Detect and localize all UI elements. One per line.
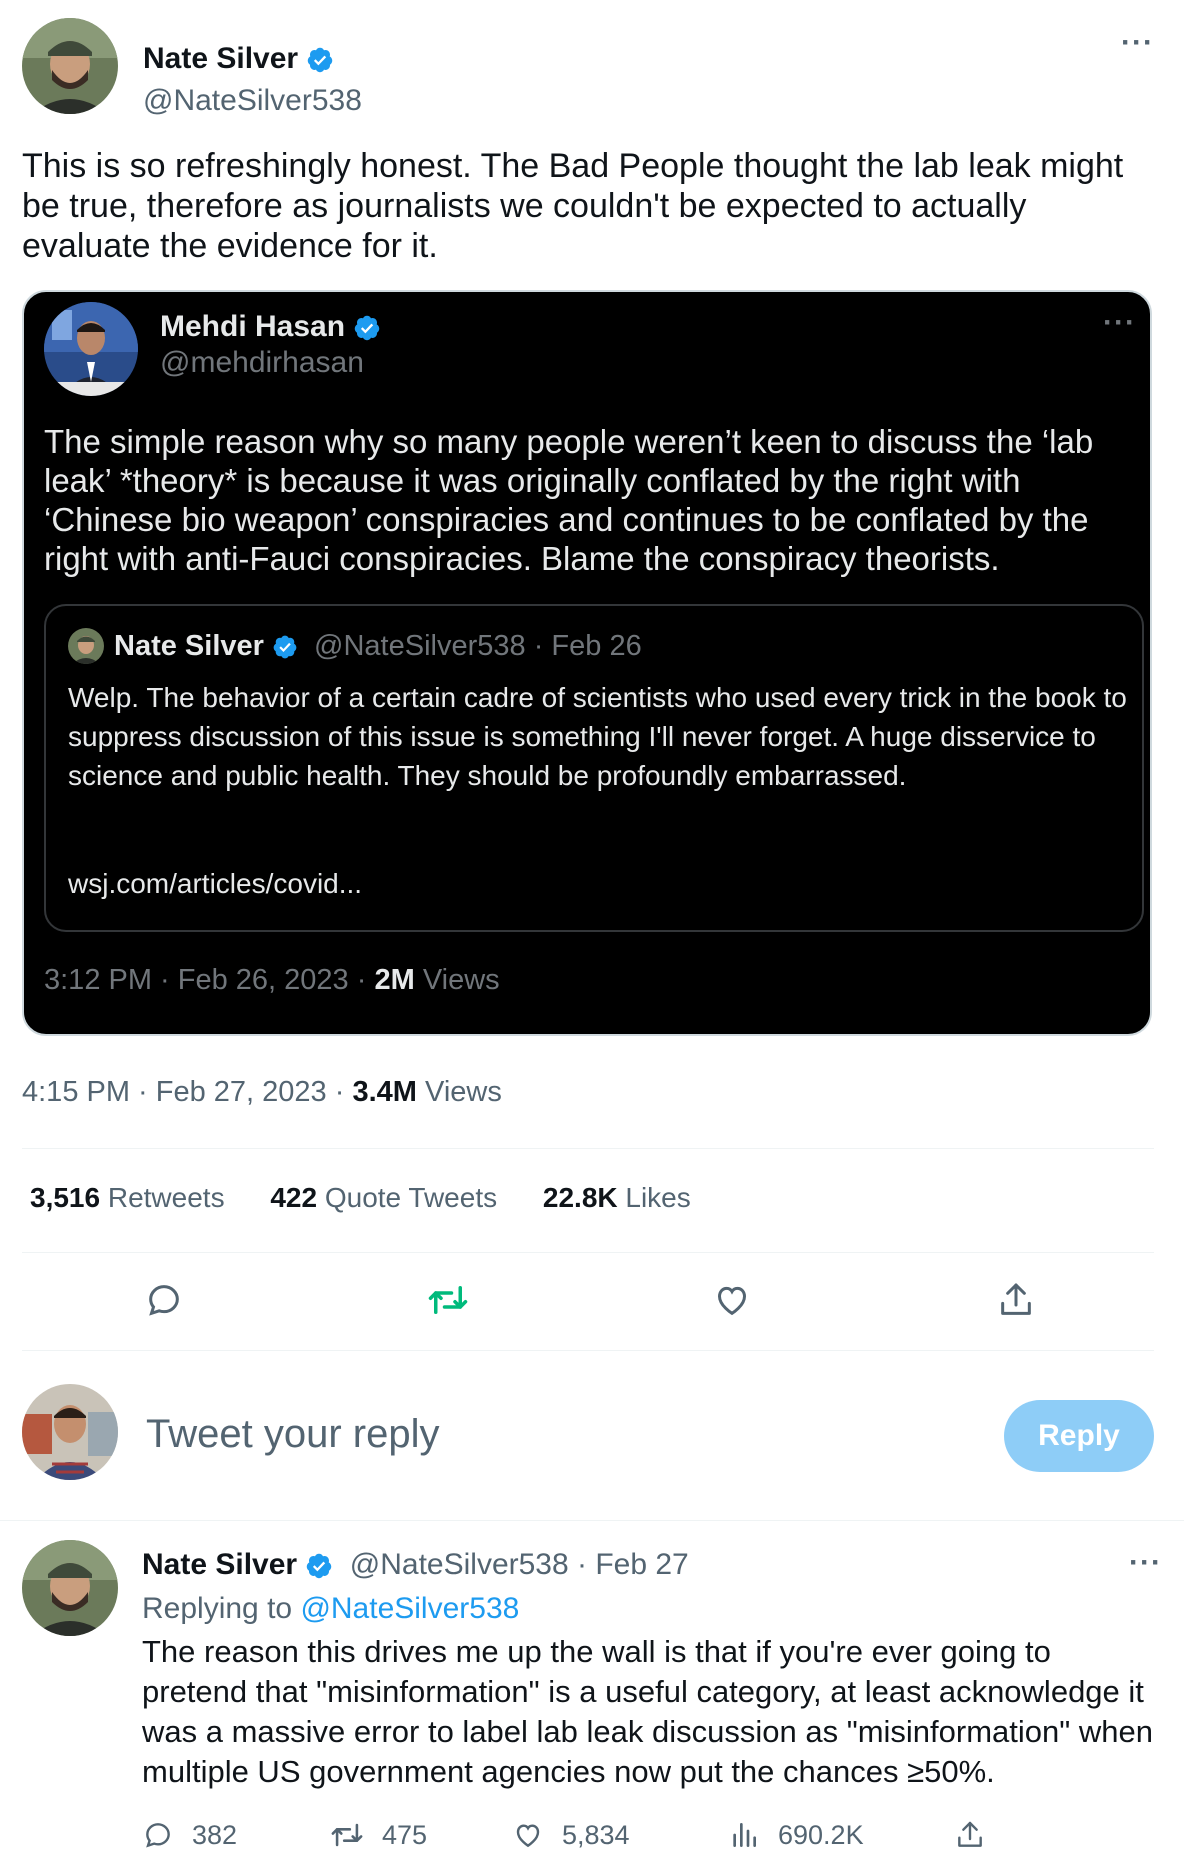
- quoted-tweet-meta: 3:12 PM · Feb 26, 2023 · 2M Views: [44, 964, 500, 997]
- main-tweet-header: Nate Silver @NateSilver538 ···: [22, 18, 1162, 118]
- likes-label: Likes: [617, 1182, 691, 1213]
- share-icon: [958, 1821, 982, 1847]
- reply-author-meta[interactable]: @NateSilver538 · Feb 27: [350, 1548, 689, 1581]
- quoted-tweet-views-count: 2M: [374, 964, 415, 996]
- verified-badge-icon: [273, 635, 297, 659]
- reply-author-avatar[interactable]: [22, 1540, 118, 1636]
- nested-tweet-text: Welp. The behavior of a certain cadre of…: [68, 682, 1127, 791]
- nested-author-meta: @NateSilver538 · Feb 26: [314, 630, 642, 662]
- replying-to-link[interactable]: @NateSilver538: [300, 1592, 519, 1625]
- retweet-icon: [331, 1823, 363, 1847]
- reply-tweet-header: Nate Silver @NateSilver538 · Feb 27: [142, 1548, 689, 1582]
- more-options-icon[interactable]: ···: [1103, 308, 1136, 338]
- reply-count: 382: [192, 1819, 238, 1850]
- quoted-tweet-views-label: Views: [414, 964, 500, 996]
- divider: [0, 1520, 1184, 1521]
- replying-to: Replying to @NateSilver538: [142, 1592, 519, 1626]
- likes-count: 22.8K: [542, 1182, 618, 1213]
- retweets-count: 3,516: [30, 1182, 101, 1213]
- likes-stat[interactable]: 22.8K Likes: [543, 1182, 691, 1213]
- tweet-actions: [22, 1270, 1154, 1330]
- quoted-tweet-text: The simple reason why so many people wer…: [44, 423, 1094, 577]
- quote-tweets-stat[interactable]: 422 Quote Tweets: [270, 1182, 497, 1213]
- reply-button[interactable]: Reply: [1004, 1400, 1154, 1472]
- more-options-icon[interactable]: ···: [1121, 28, 1154, 58]
- retweets-label: Retweets: [100, 1182, 225, 1213]
- nested-tweet-header: Nate Silver @NateSilver538 · Feb 26: [114, 630, 642, 663]
- quote-tweets-label: Quote Tweets: [317, 1182, 498, 1213]
- reply-icon[interactable]: [134, 1270, 194, 1330]
- quoted-author-name-text[interactable]: Mehdi Hasan: [160, 310, 345, 343]
- quote-tweets-count: 422: [270, 1182, 318, 1213]
- nested-author-name: Nate Silver: [114, 630, 264, 662]
- reply-action[interactable]: 382: [142, 1810, 237, 1860]
- retweet-action[interactable]: 475: [330, 1810, 427, 1860]
- nested-author-avatar: [68, 628, 104, 664]
- divider: [22, 1148, 1154, 1149]
- reply-icon: [146, 1823, 170, 1848]
- quoted-author-handle[interactable]: @mehdirhasan: [160, 346, 364, 380]
- retweet-icon[interactable]: [418, 1270, 478, 1330]
- nested-quoted-tweet[interactable]: Nate Silver @NateSilver538 · Feb 26 Welp…: [44, 604, 1144, 932]
- verified-badge-icon: [308, 47, 333, 73]
- like-icon: [516, 1824, 540, 1848]
- replying-to-prefix: Replying to: [142, 1592, 301, 1625]
- author-name[interactable]: Nate Silver: [143, 42, 334, 76]
- share-action[interactable]: [954, 1810, 1004, 1860]
- quoted-author-avatar[interactable]: [44, 302, 138, 396]
- share-icon[interactable]: [986, 1270, 1046, 1330]
- divider: [22, 1252, 1154, 1253]
- verified-badge-icon: [307, 1553, 332, 1579]
- like-count: 5,834: [562, 1819, 630, 1850]
- verified-badge-icon: [355, 315, 380, 341]
- reply-tweet-actions: 382 475 5,834 690.2K: [142, 1810, 1142, 1860]
- quoted-author-name[interactable]: Mehdi Hasan: [160, 310, 381, 344]
- quoted-tweet-timestamp[interactable]: 3:12 PM · Feb 26, 2023 ·: [44, 964, 374, 996]
- tweet-timestamp[interactable]: 4:15 PM · Feb 27, 2023 ·: [22, 1076, 352, 1108]
- reply-author-name[interactable]: Nate Silver: [142, 1548, 297, 1581]
- more-options-icon[interactable]: ···: [1129, 1548, 1162, 1578]
- tweet-meta: 4:15 PM · Feb 27, 2023 · 3.4M Views: [22, 1076, 502, 1109]
- like-icon[interactable]: [702, 1270, 762, 1330]
- reply-composer: Reply: [22, 1384, 1154, 1484]
- views-icon: [733, 1823, 756, 1847]
- tweet-stats: 3,516 Retweets 422 Quote Tweets 22.8K Li…: [30, 1182, 729, 1214]
- retweets-stat[interactable]: 3,516 Retweets: [30, 1182, 225, 1213]
- quoted-tweet[interactable]: Mehdi Hasan @mehdirhasan ··· The simple …: [22, 290, 1152, 1036]
- views-count: 3.4M: [352, 1076, 417, 1108]
- author-name-text[interactable]: Nate Silver: [143, 42, 298, 75]
- current-user-avatar[interactable]: [22, 1384, 118, 1480]
- views-label: Views: [416, 1076, 502, 1108]
- reply-tweet-text: The reason this drives me up the wall is…: [142, 1634, 1153, 1789]
- author-handle[interactable]: @NateSilver538: [143, 84, 362, 118]
- views-action[interactable]: 690.2K: [728, 1810, 864, 1860]
- retweet-count: 475: [382, 1819, 428, 1850]
- reply-input[interactable]: [146, 1408, 746, 1460]
- divider: [22, 1350, 1154, 1351]
- tweet-text: This is so refreshingly honest. The Bad …: [22, 147, 1124, 265]
- author-avatar[interactable]: [22, 18, 118, 114]
- nested-tweet-link[interactable]: wsj.com/articles/covid...: [68, 868, 362, 900]
- views-count: 690.2K: [778, 1819, 864, 1850]
- like-action[interactable]: 5,834: [512, 1810, 630, 1860]
